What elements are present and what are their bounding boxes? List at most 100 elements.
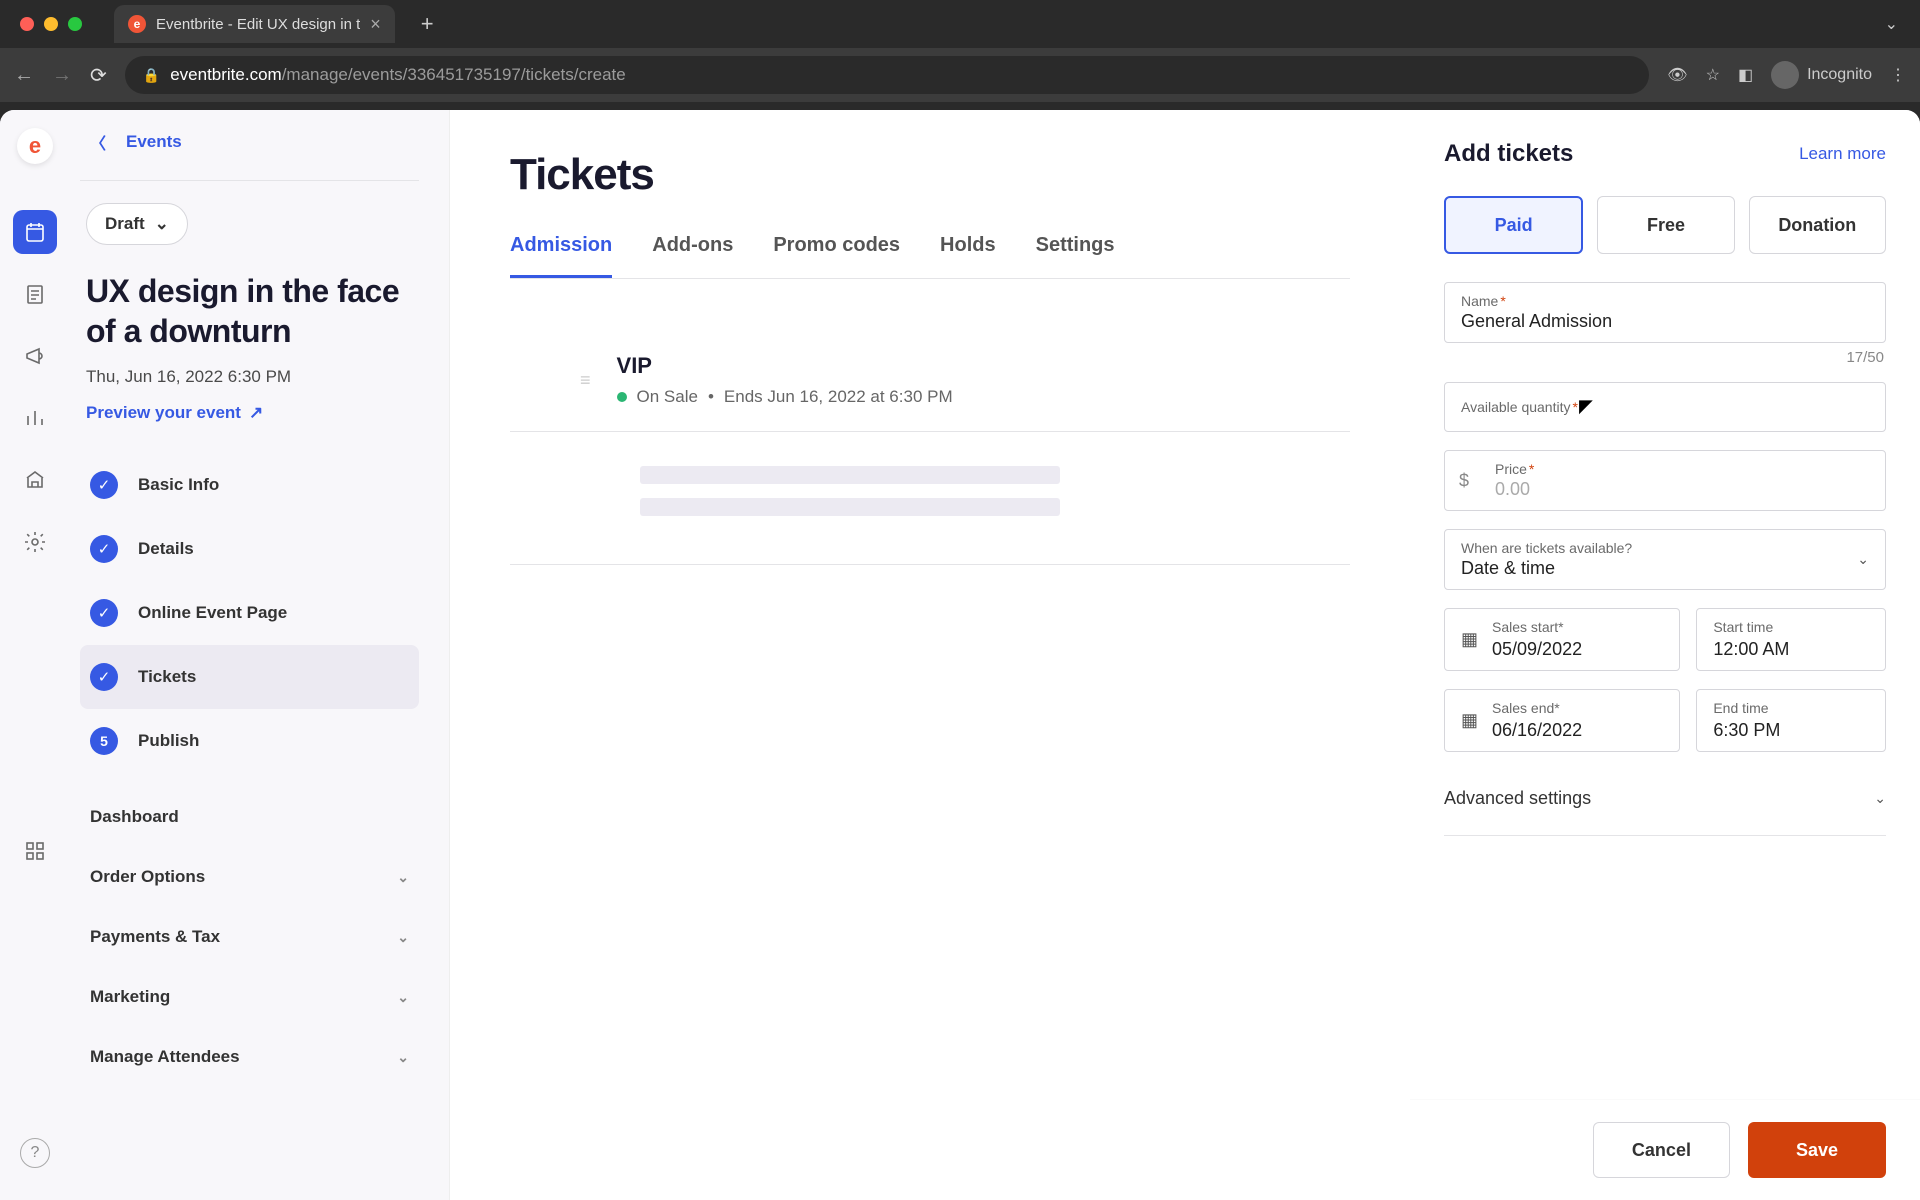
calendar-icon: ▦ (1461, 710, 1478, 731)
name-field[interactable]: Name* (1444, 282, 1886, 343)
url-domain: eventbrite.com (170, 65, 282, 85)
chevron-down-icon: ⌄ (397, 929, 409, 946)
bookmark-star-icon[interactable]: ☆ (1706, 65, 1720, 85)
rail-orders-icon[interactable] (13, 272, 57, 316)
group-order-options[interactable]: Order Options ⌄ (80, 847, 419, 907)
group-manage-attendees[interactable]: Manage Attendees ⌄ (80, 1027, 419, 1087)
incognito-badge[interactable]: Incognito (1771, 61, 1872, 89)
group-payments-tax[interactable]: Payments & Tax ⌄ (80, 907, 419, 967)
main-content: Tickets Admission Add-ons Promo codes Ho… (450, 110, 1410, 1200)
back-label: Events (126, 132, 182, 152)
browser-tab[interactable]: e Eventbrite - Edit UX design in t × (114, 5, 395, 43)
browser-chrome: e Eventbrite - Edit UX design in t × + ⌄… (0, 0, 1920, 110)
extensions-icon[interactable]: ◧ (1738, 65, 1753, 85)
reload-button[interactable]: ⟳ (90, 63, 107, 88)
rail-settings-icon[interactable] (13, 520, 57, 564)
divider (80, 180, 419, 181)
incognito-label: Incognito (1807, 66, 1872, 84)
external-link-icon: ↗ (249, 403, 263, 423)
ticket-meta: On Sale • Ends Jun 16, 2022 at 6:30 PM (617, 387, 953, 407)
step-online-event-page[interactable]: ✓ Online Event Page (80, 581, 419, 645)
url-bar[interactable]: 🔒 eventbrite.com/manage/events/336451735… (125, 56, 1650, 94)
learn-more-link[interactable]: Learn more (1799, 144, 1886, 164)
chevron-down-icon: ⌄ (397, 1049, 409, 1066)
forward-button[interactable]: → (52, 64, 72, 87)
end-time-value: 6:30 PM (1713, 720, 1869, 741)
ticket-row-vip[interactable]: ≡ VIP On Sale • Ends Jun 16, 2022 at 6:3… (510, 329, 1350, 432)
page-title: Tickets (510, 150, 1350, 200)
tickets-tabs: Admission Add-ons Promo codes Holds Sett… (510, 234, 1350, 279)
rail-marketing-icon[interactable] (13, 334, 57, 378)
type-donation-button[interactable]: Donation (1749, 196, 1886, 254)
tab-promo-codes[interactable]: Promo codes (773, 234, 900, 278)
type-paid-button[interactable]: Paid (1444, 196, 1583, 254)
chevron-left-icon: 〈 (90, 130, 106, 154)
start-time-field[interactable]: Start time 12:00 AM (1696, 608, 1886, 671)
price-input[interactable] (1495, 477, 1869, 500)
tab-settings[interactable]: Settings (1036, 234, 1115, 278)
tab-addons[interactable]: Add-ons (652, 234, 733, 278)
close-tab-icon[interactable]: × (370, 14, 381, 35)
price-field[interactable]: $ Price* (1444, 450, 1886, 511)
sales-start-label: Sales start* (1492, 619, 1564, 635)
step-details[interactable]: ✓ Details (80, 517, 419, 581)
cancel-button[interactable]: Cancel (1593, 1122, 1730, 1178)
name-input[interactable] (1461, 309, 1869, 332)
sales-end-value: 06/16/2022 (1492, 720, 1663, 741)
eventbrite-logo[interactable]: e (17, 128, 53, 164)
group-dashboard[interactable]: Dashboard (80, 787, 419, 847)
chevron-down-icon: ⌄ (1874, 790, 1886, 807)
calendar-icon: ▦ (1461, 629, 1478, 650)
type-free-button[interactable]: Free (1597, 196, 1734, 254)
advanced-label: Advanced settings (1444, 788, 1591, 809)
quantity-field[interactable]: Available quantity* (1444, 382, 1886, 432)
availability-label: When are tickets available? (1461, 540, 1632, 556)
maximize-window-button[interactable] (68, 17, 82, 31)
tab-overflow-icon[interactable]: ⌄ (1885, 14, 1898, 34)
check-icon: ✓ (90, 663, 118, 691)
advanced-settings-toggle[interactable]: Advanced settings ⌄ (1444, 770, 1886, 836)
panel-title: Add tickets (1444, 140, 1573, 168)
close-window-button[interactable] (20, 17, 34, 31)
ticket-status: On Sale (637, 387, 698, 407)
start-time-value: 12:00 AM (1713, 639, 1869, 660)
step-publish[interactable]: 5 Publish (80, 709, 419, 773)
drag-handle-icon[interactable]: ≡ (580, 370, 591, 391)
minimize-window-button[interactable] (44, 17, 58, 31)
availability-select[interactable]: When are tickets available? Date & time … (1444, 529, 1886, 590)
sales-start-date-field[interactable]: ▦ Sales start* 05/09/2022 (1444, 608, 1680, 671)
sales-start-value: 05/09/2022 (1492, 639, 1663, 660)
rail-apps-icon[interactable] (13, 829, 57, 873)
add-tickets-panel: Add tickets Learn more Paid Free Donatio… (1410, 110, 1920, 1200)
ticket-type-selector: Paid Free Donation (1444, 196, 1886, 254)
end-time-field[interactable]: End time 6:30 PM (1696, 689, 1886, 752)
group-label: Manage Attendees (90, 1047, 240, 1067)
rail-events-icon[interactable] (13, 210, 57, 254)
sales-end-date-field[interactable]: ▦ Sales end* 06/16/2022 (1444, 689, 1680, 752)
status-dot-icon (617, 392, 627, 402)
browser-menu-icon[interactable]: ⋮ (1890, 65, 1906, 85)
skeleton-line (640, 498, 1060, 516)
step-basic-info[interactable]: ✓ Basic Info (80, 453, 419, 517)
help-icon[interactable]: ? (20, 1138, 50, 1168)
quantity-label: Available quantity* (1461, 399, 1869, 415)
url-path: /manage/events/336451735197/tickets/crea… (282, 65, 626, 85)
lock-icon: 🔒 (143, 67, 160, 84)
step-label: Details (138, 539, 194, 559)
window-controls[interactable] (20, 17, 82, 31)
rail-finance-icon[interactable] (13, 458, 57, 502)
event-status-dropdown[interactable]: Draft ⌄ (86, 203, 188, 245)
preview-event-link[interactable]: Preview your event ↗ (86, 403, 263, 423)
save-button[interactable]: Save (1748, 1122, 1886, 1178)
tab-holds[interactable]: Holds (940, 234, 996, 278)
rail-reports-icon[interactable] (13, 396, 57, 440)
eye-off-icon[interactable]: 👁 (1667, 65, 1687, 85)
back-to-events-link[interactable]: 〈 Events (80, 130, 419, 154)
step-tickets[interactable]: ✓ Tickets (80, 645, 419, 709)
new-tab-button[interactable]: + (421, 11, 434, 37)
chevron-down-icon: ⌄ (397, 989, 409, 1006)
char-count: 17/50 (1444, 349, 1886, 366)
back-button[interactable]: ← (14, 64, 34, 87)
tab-admission[interactable]: Admission (510, 234, 612, 278)
group-marketing[interactable]: Marketing ⌄ (80, 967, 419, 1027)
